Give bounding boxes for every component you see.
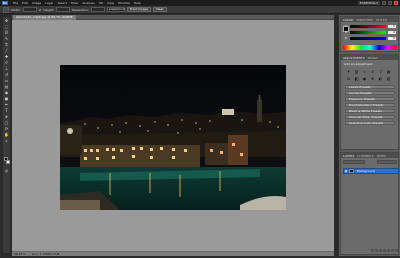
crop-tool-icon[interactable] (3, 6, 9, 13)
channel-mixer-icon[interactable]: ⊕ (369, 75, 376, 81)
adjustments-panel-tabs: ADJUSTMENTS MASKS (341, 55, 398, 60)
zoom-level[interactable]: 66.67% (14, 252, 25, 257)
adjustment-icons: ☀ ▥ ∿ ± ▽ ▦ ⚖ ◧ ◉ ⊕ ◐ ▨ (345, 68, 392, 81)
red-ramp[interactable] (350, 25, 386, 28)
quick-mask-icon[interactable]: ◎ (3, 167, 10, 173)
image-canvas[interactable] (60, 65, 286, 210)
resolution-field[interactable] (90, 7, 105, 12)
tab-masks[interactable]: MASKS (368, 56, 378, 60)
layers-panel: LAYERS CHANNELS PATHS ◉ Background (340, 152, 399, 255)
preset-channel-mixer[interactable]: Channel Mixer Presets (345, 115, 395, 119)
color-panel-tabs: COLOR SWATCHES STYLES (341, 17, 398, 22)
tab-channels[interactable]: CHANNELS (357, 154, 373, 158)
night-city-photo (60, 65, 286, 210)
red-value[interactable]: 0 (388, 25, 396, 28)
color-panel: COLOR SWATCHES STYLES R 0 G 0 B 0 (340, 16, 399, 52)
link-layers-icon[interactable] (371, 249, 374, 252)
tab-paths[interactable]: PATHS (377, 154, 386, 158)
document-info: Doc: 1.37M/1.37M (32, 252, 60, 256)
layer-name[interactable]: Background (357, 169, 375, 173)
zoom-tool-icon[interactable]: ⌕ (3, 137, 10, 143)
blue-value[interactable]: 0 (388, 37, 396, 40)
vibrance-icon[interactable]: ▽ (377, 68, 384, 74)
clear-button[interactable]: Clear (152, 7, 167, 12)
layers-panel-tabs: LAYERS CHANNELS PATHS (341, 153, 398, 158)
green-ramp[interactable] (350, 31, 386, 34)
preset-selective-color[interactable]: Selective Color Presets (345, 121, 395, 125)
levels-icon[interactable]: ▥ (353, 68, 360, 74)
tools-panel: ✥ ⬚ ʘ ✎ ⌗ ⁄ ✚ ✐ ⊥ ↺ ▭ ▤ ◆ ● ✒ T ➤ ▢ ⟳ ✋ … (2, 16, 11, 254)
green-slider[interactable]: G 0 (345, 31, 396, 34)
exposure-icon[interactable]: ± (369, 68, 376, 74)
status-bar: 66.67% Doc: 1.37M/1.37M (12, 251, 334, 256)
blue-slider[interactable]: B 0 (345, 37, 396, 40)
new-layer-icon[interactable] (391, 249, 394, 252)
document-tab[interactable]: stockholm_night.jpg @ 66.7% (RGB/8) (13, 15, 77, 20)
tab-swatches[interactable]: SWATCHES (356, 18, 372, 22)
green-label: G (345, 30, 348, 34)
close-button[interactable] (394, 1, 398, 5)
preset-hue-saturation[interactable]: Hue/Saturation Presets (345, 103, 395, 107)
layer-row-background[interactable]: ◉ Background (343, 168, 399, 174)
tab-layers[interactable]: LAYERS (343, 154, 354, 158)
tab-color[interactable]: COLOR (343, 18, 353, 22)
invert-icon[interactable]: ◐ (377, 75, 384, 81)
opacity-field[interactable] (377, 160, 397, 164)
preset-exposure[interactable]: Exposure Presets (345, 97, 395, 101)
photoshop-logo: Ps (2, 1, 8, 5)
red-slider[interactable]: R 0 (345, 25, 396, 28)
new-adjustment-icon[interactable] (383, 249, 386, 252)
height-label: Height: (43, 7, 55, 12)
maximize-button[interactable] (388, 1, 392, 5)
width-field[interactable] (22, 7, 37, 12)
color-balance-icon[interactable]: ⚖ (345, 75, 352, 81)
curves-icon[interactable]: ∿ (361, 68, 368, 74)
resolution-units-select[interactable]: pixels/inch (106, 7, 125, 12)
adjustments-panel: ADJUSTMENTS MASKS Add an adjustment ☀ ▥ … (340, 54, 399, 150)
color-ramp[interactable] (343, 45, 397, 50)
adjustments-title: Add an adjustment (344, 62, 373, 66)
delete-layer-icon[interactable] (395, 249, 398, 252)
blue-ramp[interactable] (350, 37, 386, 40)
hand-tool-icon[interactable]: ✋ (3, 131, 10, 137)
blue-label: B (345, 36, 348, 40)
width-label: Width: (11, 7, 21, 12)
red-label: R (345, 24, 348, 28)
preset-black-white[interactable]: Black & White Presets (345, 109, 395, 113)
background-color-swatch[interactable] (6, 160, 10, 164)
front-image-button[interactable]: Front Image (126, 7, 151, 12)
black-white-icon[interactable]: ◧ (353, 75, 360, 81)
swap-icon[interactable]: ⇄ (39, 8, 42, 12)
add-mask-icon[interactable] (379, 249, 382, 252)
layers-footer (343, 249, 398, 253)
layer-style-icon[interactable] (375, 249, 378, 252)
eye-icon[interactable]: ◉ (344, 169, 348, 173)
preset-curves[interactable]: Curves Presets (345, 91, 395, 95)
photo-filter-icon[interactable]: ◉ (361, 75, 368, 81)
resolution-label: Resolution: (72, 7, 89, 12)
tab-styles[interactable]: STYLES (376, 18, 387, 22)
hue-saturation-icon[interactable]: ▦ (385, 68, 392, 74)
document-window: stockholm_night.jpg @ 66.7% (RGB/8) 66.6… (12, 15, 334, 256)
green-value[interactable]: 0 (388, 31, 396, 34)
preset-levels[interactable]: Levels Presets (345, 85, 395, 89)
blend-mode-select[interactable] (343, 160, 365, 164)
minimize-button[interactable] (382, 1, 386, 5)
height-field[interactable] (56, 7, 71, 12)
document-tab-bar: stockholm_night.jpg @ 66.7% (RGB/8) (12, 15, 334, 20)
workspace-switcher[interactable]: ESSENTIALS (357, 1, 380, 5)
panel-dock: COLOR SWATCHES STYLES R 0 G 0 B 0 ADJUST… (339, 15, 400, 256)
layer-thumbnail (349, 169, 354, 173)
posterize-icon[interactable]: ▨ (385, 75, 392, 81)
brightness-contrast-icon[interactable]: ☀ (345, 68, 352, 74)
tab-adjustments[interactable]: ADJUSTMENTS (343, 56, 365, 60)
new-group-icon[interactable] (387, 249, 390, 252)
options-bar: Width: ⇄ Height: Resolution: pixels/inch… (0, 6, 400, 14)
